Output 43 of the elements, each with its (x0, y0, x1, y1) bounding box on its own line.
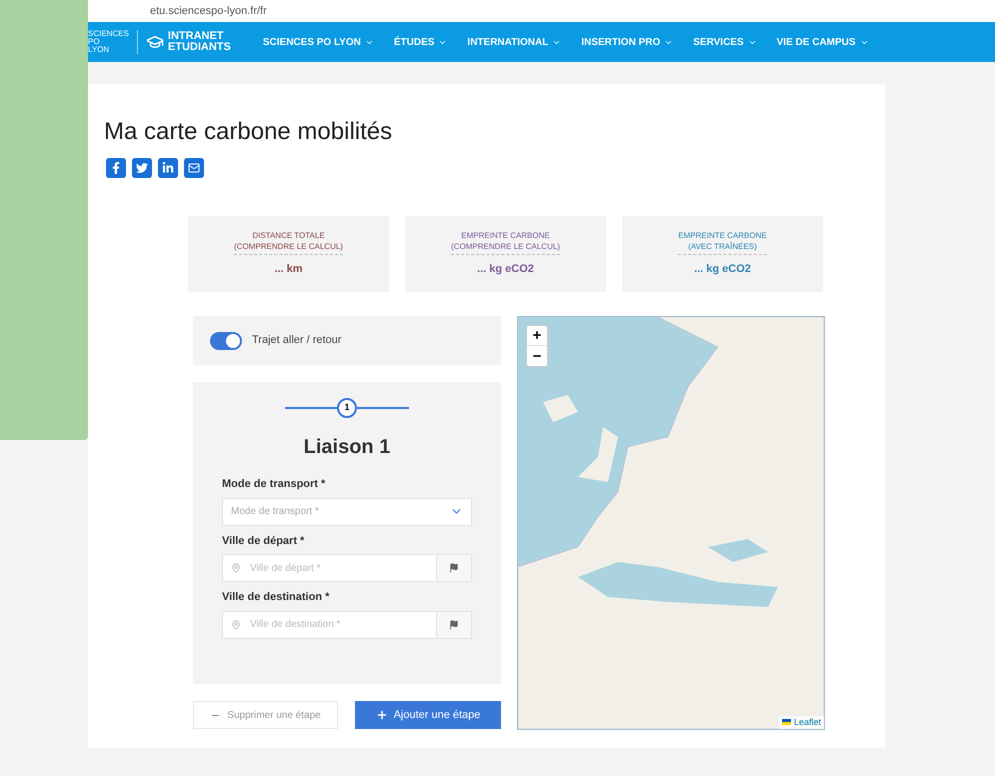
url-text[interactable]: etu.sciencespo-lyon.fr/fr (150, 2, 267, 20)
stat-label[interactable]: EMPREINTE CARBONE (AVEC TRAÎNÉES) (678, 230, 767, 255)
field-label: Ville de destination * (222, 590, 330, 605)
stat-value: ... kg eCO2 (694, 262, 751, 277)
nav-menu-item[interactable]: VIE DE CAMPUS (776, 34, 869, 50)
flag-icon (782, 719, 791, 726)
mail-icon[interactable] (184, 158, 204, 178)
facebook-icon[interactable] (106, 158, 126, 178)
flag-icon (449, 563, 459, 573)
map-pin-icon (231, 563, 241, 573)
nav-menu-item[interactable]: INTERNATIONAL (467, 34, 562, 50)
nav-menu-item[interactable]: ÉTUDES (394, 34, 448, 50)
toggle-label: Trajet aller / retour (252, 333, 342, 348)
flag-button[interactable] (437, 554, 472, 582)
stat-label[interactable]: EMPREINTE CARBONE (COMPRENDRE LE CALCUL) (451, 230, 560, 255)
stat-value: ... kg eCO2 (477, 262, 534, 277)
page-title: Ma carte carbone mobilités (104, 117, 394, 147)
twitter-icon[interactable] (132, 158, 152, 178)
add-step-button[interactable]: Ajouter une étape (355, 701, 501, 729)
flag-button[interactable] (437, 610, 472, 638)
step-number: 1 (337, 398, 357, 418)
remove-step-button[interactable]: Supprimer une étape (193, 701, 338, 729)
stat-label[interactable]: DISTANCE TOTALE (COMPRENDRE LE CALCUL) (234, 230, 343, 255)
map-pin-icon (231, 620, 241, 630)
zoom-in-button[interactable]: + (527, 326, 547, 346)
zoom-out-button[interactable]: − (527, 346, 547, 366)
nav-menu-item[interactable]: SCIENCES PO LYON (262, 34, 374, 50)
nav-menu-item[interactable]: INSERTION PRO (581, 34, 674, 50)
plus-icon (376, 709, 388, 721)
intranet-logo-text[interactable]: INTRANET ETUDIANTS (168, 31, 231, 53)
field-label: Mode de transport * (222, 477, 326, 492)
toggle-switch[interactable] (210, 332, 242, 350)
linkedin-icon[interactable] (158, 158, 178, 178)
transport-select[interactable]: Mode de transport * (222, 498, 472, 526)
field-label: Ville de départ * (222, 534, 306, 548)
graduation-cap-icon (146, 33, 164, 51)
flag-icon (449, 620, 459, 630)
city-input-field[interactable]: Ville de départ * (222, 554, 437, 582)
city-input-field[interactable]: Ville de destination * (222, 610, 437, 638)
nav-menu-item[interactable]: SERVICES (693, 34, 757, 50)
stat-value: ... km (274, 262, 303, 277)
leaflet-link[interactable]: Leaflet (794, 716, 821, 729)
leg-title: Liaison 1 (302, 435, 392, 460)
